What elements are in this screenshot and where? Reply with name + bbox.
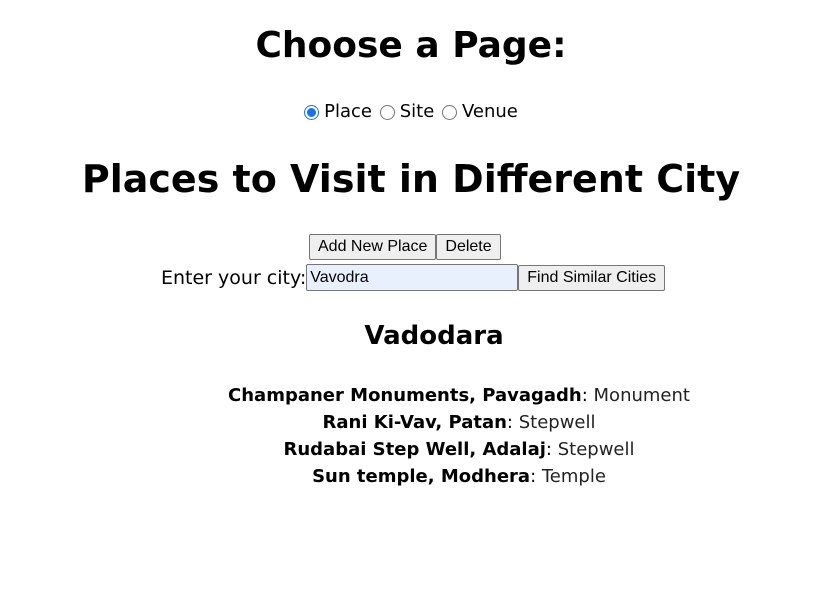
- place-name: Rudabai Step Well, Adalaj: [283, 439, 546, 460]
- places-list: Champaner Monuments, Pavagadh: Monument …: [0, 382, 822, 490]
- place-separator: :: [581, 385, 594, 406]
- section-title: Places to Visit in Different City: [81, 157, 741, 201]
- radio-label-site: Site: [399, 101, 435, 122]
- radio-venue[interactable]: [442, 104, 457, 120]
- place-type: Temple: [541, 466, 606, 487]
- city-input-label: Enter your city:: [161, 266, 307, 289]
- place-type: Stepwell: [518, 412, 596, 433]
- list-item: Rudabai Step Well, Adalaj: Stepwell: [0, 436, 822, 463]
- radio-option-place[interactable]: Place: [304, 100, 372, 124]
- place-name: Sun temple, Modhera: [312, 466, 531, 487]
- delete-button[interactable]: Delete: [436, 234, 501, 260]
- place-name: Rani Ki-Vav, Patan: [322, 412, 507, 433]
- place-separator: :: [545, 439, 558, 460]
- place-name: Champaner Monuments, Pavagadh: [228, 385, 582, 406]
- list-item: Champaner Monuments, Pavagadh: Monument: [0, 382, 822, 409]
- page-type-radio-group: Place Site Venue: [0, 100, 822, 127]
- list-item: Sun temple, Modhera: Temple: [0, 463, 822, 490]
- place-separator: :: [530, 466, 542, 487]
- place-separator: :: [506, 412, 519, 433]
- radio-option-site[interactable]: Site: [379, 100, 435, 124]
- radio-option-venue[interactable]: Venue: [442, 100, 518, 124]
- add-new-place-button[interactable]: Add New Place: [309, 234, 437, 260]
- find-similar-cities-button[interactable]: Find Similar Cities: [518, 264, 666, 291]
- list-item: Rani Ki-Vav, Patan: Stepwell: [0, 409, 822, 436]
- radio-place[interactable]: [304, 104, 320, 120]
- radio-site[interactable]: [379, 104, 395, 120]
- place-type: Stepwell: [557, 439, 635, 460]
- city-input[interactable]: [306, 264, 519, 291]
- page: Choose a Page: Place Site Venue Places t…: [0, 0, 822, 613]
- result-city-title: Vadodara: [364, 321, 504, 351]
- radio-label-venue: Venue: [462, 101, 518, 122]
- choose-page-title: Choose a Page:: [255, 25, 567, 66]
- city-search-row: Enter your city: Find Similar Cities: [161, 264, 666, 291]
- radio-label-place: Place: [324, 101, 372, 122]
- place-type: Monument: [593, 385, 690, 406]
- action-buttons: Add New Place Delete: [309, 234, 501, 260]
